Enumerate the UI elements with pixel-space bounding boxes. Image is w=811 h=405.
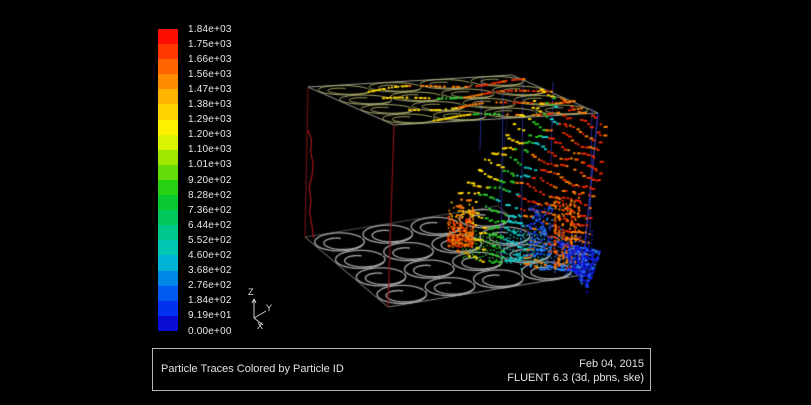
3d-viewport[interactable] xyxy=(0,0,811,405)
colorbar-band xyxy=(158,74,178,89)
date-text: Feb 04, 2015 xyxy=(507,358,644,372)
colorbar-band xyxy=(158,59,178,74)
colorbar-label: 1.29e+03 xyxy=(188,114,232,125)
colorbar-label: 1.84e+02 xyxy=(188,295,232,306)
colorbar-band xyxy=(158,44,178,59)
colorbar-band xyxy=(158,255,178,270)
y-axis-label: Y xyxy=(266,303,272,313)
plot-title: Particle Traces Colored by Particle ID xyxy=(161,349,344,390)
colorbar-band xyxy=(158,316,178,331)
colorbar-label: 1.66e+03 xyxy=(188,54,232,65)
colorbar-label: 5.52e+02 xyxy=(188,235,232,246)
colorbar-band xyxy=(158,120,178,135)
colorbar-label: 9.20e+02 xyxy=(188,175,232,186)
colorbar-band xyxy=(158,104,178,119)
colorbar-label: 1.01e+03 xyxy=(188,159,232,170)
colorbar-band xyxy=(158,195,178,210)
colorbar-label: 3.68e+02 xyxy=(188,265,232,276)
colorbar-band xyxy=(158,150,178,165)
colorbar-band xyxy=(158,240,178,255)
colorbar-band xyxy=(158,301,178,316)
axis-triad-lines xyxy=(230,285,290,340)
colorbar-label: 1.20e+03 xyxy=(188,129,232,140)
colorbar-band xyxy=(158,165,178,180)
colorbar-band xyxy=(158,89,178,104)
colorbar-band xyxy=(158,225,178,240)
annotation-box: Particle Traces Colored by Particle ID F… xyxy=(152,348,651,391)
colorbar-label: 1.47e+03 xyxy=(188,84,232,95)
colorbar-label: 4.60e+02 xyxy=(188,250,232,261)
solver-text: FLUENT 6.3 (3d, pbns, ske) xyxy=(507,372,644,386)
colorbar-label: 8.28e+02 xyxy=(188,190,232,201)
colorbar-band xyxy=(158,135,178,150)
colorbar-label: 1.84e+03 xyxy=(188,24,232,35)
colorbar-band xyxy=(158,271,178,286)
colorbar-band xyxy=(158,180,178,195)
axis-triad: Z Y X xyxy=(230,285,290,340)
colorbar-label: 1.75e+03 xyxy=(188,39,232,50)
colorbar-label: 9.19e+01 xyxy=(188,310,232,321)
footer-right-block: Feb 04, 2015 FLUENT 6.3 (3d, pbns, ske) xyxy=(507,358,644,385)
colorbar-gradient xyxy=(158,29,178,331)
colorbar-label: 7.36e+02 xyxy=(188,205,232,216)
colorbar-band xyxy=(158,286,178,301)
fluent-graphics-window: 1.84e+03 1.75e+03 1.66e+03 1.56e+03 1.47e+03… xyxy=(0,0,811,405)
colorbar-label: 1.10e+03 xyxy=(188,144,232,155)
colorbar-label: 1.38e+03 xyxy=(188,99,232,110)
x-axis-label: X xyxy=(257,321,263,331)
colorbar-band xyxy=(158,210,178,225)
colorbar xyxy=(158,29,178,331)
colorbar-label: 1.56e+03 xyxy=(188,69,232,80)
colorbar-label: 6.44e+02 xyxy=(188,220,232,231)
colorbar-band xyxy=(158,29,178,44)
colorbar-label: 2.76e+02 xyxy=(188,280,232,291)
colorbar-label: 0.00e+00 xyxy=(188,326,232,337)
z-axis-label: Z xyxy=(248,287,254,297)
